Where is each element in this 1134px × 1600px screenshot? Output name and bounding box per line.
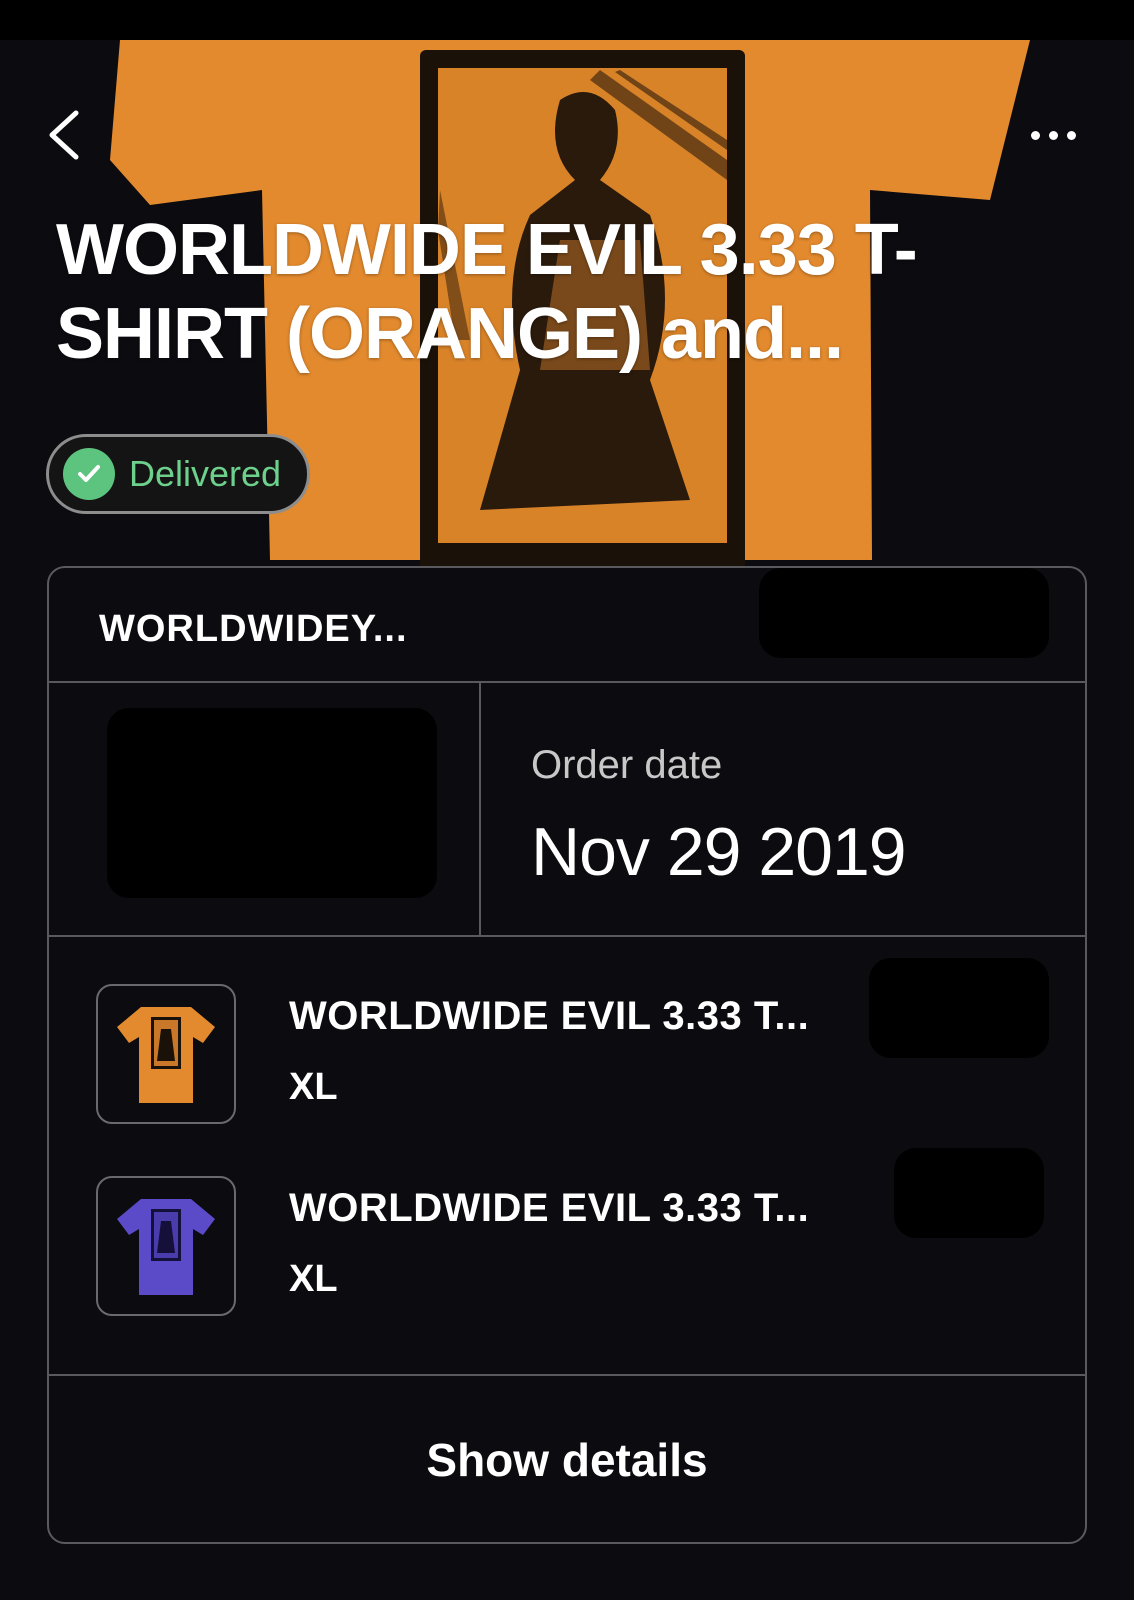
item-size: XL [289, 1258, 338, 1300]
store-name: WORLDWIDEY... [99, 608, 408, 650]
redaction [759, 568, 1049, 658]
status-label: Delivered [129, 453, 282, 494]
status-bar [0, 0, 1134, 40]
item-name: WORLDWIDE EVIL 3.33 T... [289, 994, 810, 1038]
divider [49, 935, 1085, 937]
item-size: XL [289, 1066, 338, 1108]
shirt-icon [117, 1007, 215, 1103]
redaction [107, 708, 437, 898]
show-details-button[interactable]: Show details [49, 1376, 1085, 1542]
divider [49, 681, 1085, 683]
order-card: WORLDWIDEY... Order date Nov 29 2019 WOR… [47, 566, 1087, 1544]
item-thumbnail [96, 1176, 236, 1316]
more-button[interactable] [1020, 122, 1086, 148]
more-horizontal-icon [1030, 130, 1076, 140]
redaction [894, 1148, 1044, 1238]
order-date-label: Order date [531, 743, 723, 787]
order-date-value: Nov 29 2019 [531, 814, 907, 890]
item-name: WORLDWIDE EVIL 3.33 T... [289, 1186, 810, 1230]
divider [479, 683, 481, 935]
redaction [869, 958, 1049, 1058]
page-title: WORLDWIDE EVIL 3.33 T-SHIRT (ORANGE) and… [56, 210, 918, 374]
chevron-left-icon [49, 110, 79, 160]
shirt-icon [117, 1199, 215, 1295]
status-badge: Delivered [46, 434, 311, 514]
back-button[interactable] [40, 105, 90, 165]
check-circle-icon [63, 448, 115, 500]
item-thumbnail [96, 984, 236, 1124]
